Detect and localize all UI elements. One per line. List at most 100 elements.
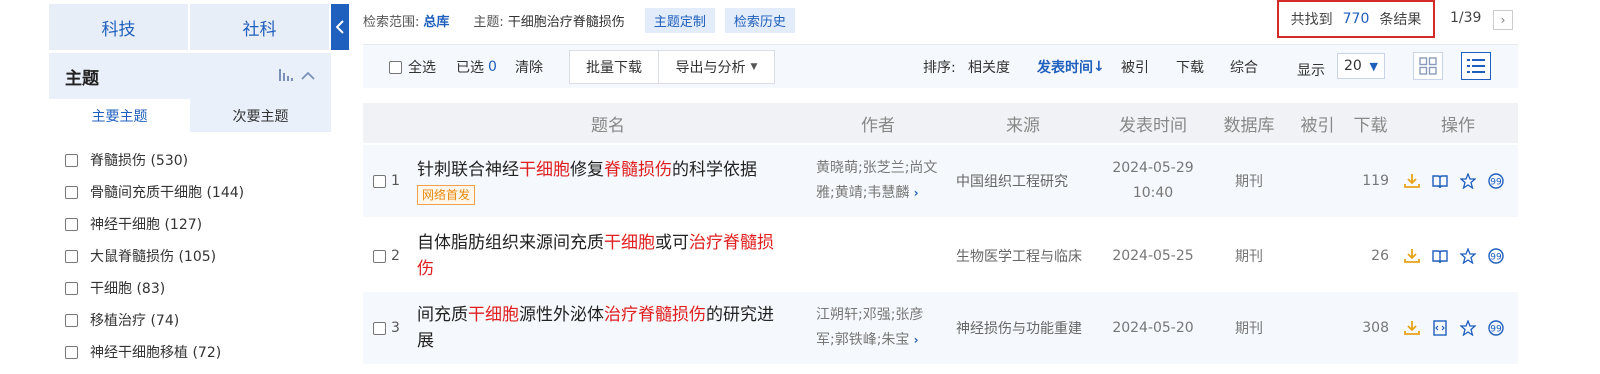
- download-icon[interactable]: [1403, 172, 1421, 190]
- author-line[interactable]: 黄晓萌;张芝兰;尚文: [816, 160, 937, 176]
- title-text: 展: [417, 331, 434, 351]
- cite-icon[interactable]: 99: [1487, 247, 1505, 265]
- author-line[interactable]: 雅;黄靖;韦慧麟: [816, 185, 909, 201]
- col-database: 数据库: [1223, 115, 1275, 136]
- topic-checkbox[interactable]: [65, 185, 78, 199]
- expand-authors-icon[interactable]: ›: [909, 186, 919, 200]
- cite-icon[interactable]: 99: [1487, 172, 1505, 190]
- row-source[interactable]: 中国组织工程研究: [956, 145, 1068, 217]
- row-select[interactable]: 1: [373, 145, 400, 217]
- select-all[interactable]: 全选: [389, 45, 436, 89]
- row-actions: 99: [1403, 220, 1505, 292]
- row-title-cell: 自体脂肪组织来源间充质干细胞或可治疗脊髓损伤: [417, 220, 802, 292]
- row-date: 2024-05-20: [1103, 292, 1203, 364]
- row-number: 1: [391, 173, 400, 189]
- article-title-link[interactable]: 间充质干细胞源性外泌体治疗脊髓损伤的研究进展: [417, 302, 774, 354]
- topic-item[interactable]: 大鼠脊髓损伤 (105): [65, 240, 244, 272]
- download-icon[interactable]: [1403, 319, 1421, 337]
- sort-cited[interactable]: 被引: [1121, 45, 1149, 89]
- keyword-highlight: 脊髓损伤: [604, 160, 672, 180]
- online-read-icon[interactable]: [1431, 247, 1449, 265]
- result-suffix: 条结果: [1379, 12, 1422, 28]
- page-size-select[interactable]: 20 ▼: [1337, 53, 1385, 79]
- tab-social-science[interactable]: 社科: [190, 4, 329, 50]
- result-toolbar: 全选 已选 0 清除 批量下载 导出与分析 ▼ 排序: 相关度 发表时间 ↓ 被…: [363, 44, 1518, 88]
- svg-text:99: 99: [1490, 178, 1502, 188]
- html-read-icon[interactable]: [1431, 319, 1449, 337]
- date-line: 10:40: [1132, 185, 1174, 201]
- cite-icon[interactable]: 99: [1487, 319, 1505, 337]
- batch-download-button[interactable]: 批量下载: [569, 50, 659, 84]
- author-line[interactable]: 军;郭铁峰;朱宝: [816, 332, 909, 348]
- topic-checkbox[interactable]: [65, 217, 78, 231]
- topic-item[interactable]: 干细胞 (83): [65, 272, 244, 304]
- sort-relevance[interactable]: 相关度: [968, 45, 1010, 89]
- select-all-label: 全选: [408, 60, 436, 76]
- favorite-star-icon[interactable]: [1459, 172, 1477, 190]
- topic-checkbox[interactable]: [65, 313, 78, 327]
- online-first-badge: 网络首发: [417, 185, 476, 205]
- tab-science[interactable]: 科技: [49, 4, 188, 50]
- list-icon: [1467, 59, 1485, 73]
- row-title-cell: 针刺联合神经干细胞修复脊髓损伤的科学依据 网络首发: [417, 145, 802, 217]
- online-read-icon[interactable]: [1431, 172, 1449, 190]
- topic-item[interactable]: 神经干细胞移植 (72): [65, 336, 244, 368]
- row-select[interactable]: 2: [373, 220, 400, 292]
- col-date: 发表时间: [1119, 115, 1187, 136]
- topic-section-header[interactable]: 主题: [49, 53, 331, 99]
- export-analysis-button[interactable]: 导出与分析 ▼: [658, 50, 775, 84]
- row-number: 2: [391, 248, 400, 264]
- article-title-link[interactable]: 自体脂肪组织来源间充质干细胞或可治疗脊髓损伤: [417, 230, 774, 282]
- grid-view-button[interactable]: [1413, 52, 1443, 80]
- topic-label: 脊髓损伤 (530): [90, 153, 189, 169]
- download-icon[interactable]: [1403, 247, 1421, 265]
- tab-main-topics[interactable]: 主要主题: [49, 99, 190, 132]
- bar-chart-icon[interactable]: [279, 68, 294, 81]
- list-view-button[interactable]: [1461, 52, 1491, 80]
- topic-item[interactable]: 骨髓间充质干细胞 (144): [65, 176, 244, 208]
- col-author: 作者: [861, 115, 895, 136]
- title-text: 针刺联合神经: [417, 160, 519, 180]
- topic-custom-button[interactable]: 主题定制: [644, 7, 715, 33]
- svg-text:99: 99: [1490, 253, 1502, 263]
- next-page-button[interactable]: ›: [1493, 10, 1513, 30]
- sort-composite[interactable]: 综合: [1230, 45, 1258, 89]
- row-checkbox[interactable]: [373, 174, 386, 188]
- clear-button[interactable]: 清除: [515, 45, 543, 89]
- keyword-highlight: 伤: [417, 259, 434, 279]
- search-history-button[interactable]: 检索历史: [724, 7, 795, 33]
- row-authors[interactable]: 黄晓萌;张芝兰;尚文 雅;黄靖;韦慧麟 ›: [816, 145, 946, 217]
- topic-item[interactable]: 移植治疗 (74): [65, 304, 244, 336]
- row-checkbox[interactable]: [373, 321, 386, 335]
- row-source[interactable]: 生物医学工程与临床: [956, 220, 1082, 292]
- row-authors[interactable]: 江朔轩;邓强;张彦 军;郭铁峰;朱宝 ›: [816, 292, 946, 364]
- article-title-link[interactable]: 针刺联合神经干细胞修复脊髓损伤的科学依据: [417, 157, 757, 183]
- topic-checkbox[interactable]: [65, 345, 78, 359]
- chevron-up-icon[interactable]: [301, 71, 315, 81]
- favorite-star-icon[interactable]: [1459, 247, 1477, 265]
- select-all-checkbox[interactable]: [389, 60, 402, 74]
- topic-query: 干细胞治疗脊髓损伤: [507, 14, 625, 30]
- topic-checkbox[interactable]: [65, 153, 78, 167]
- scope-value[interactable]: 总库: [423, 11, 449, 30]
- tab-secondary-topics[interactable]: 次要主题: [190, 99, 331, 132]
- title-text: 的科学依据: [672, 160, 757, 180]
- favorite-star-icon[interactable]: [1459, 319, 1477, 337]
- collapse-sidebar-button[interactable]: [331, 4, 349, 50]
- title-text: 或可: [655, 233, 689, 253]
- row-select[interactable]: 3: [373, 292, 400, 364]
- col-cited: 被引: [1300, 115, 1335, 136]
- grid-icon: [1419, 57, 1437, 75]
- row-source[interactable]: 神经损伤与功能重建: [956, 292, 1082, 364]
- sort-date[interactable]: 发表时间 ↓: [1037, 45, 1105, 89]
- row-downloads: 308: [1362, 320, 1389, 336]
- author-line[interactable]: 江朔轩;邓强;张彦: [816, 307, 923, 323]
- topic-item[interactable]: 脊髓损伤 (530): [65, 144, 244, 176]
- authors-text: 黄晓萌;张芝兰;尚文 雅;黄靖;韦慧麟 ›: [816, 156, 937, 206]
- topic-checkbox[interactable]: [65, 281, 78, 295]
- sort-downloads[interactable]: 下载: [1176, 45, 1204, 89]
- expand-authors-icon[interactable]: ›: [909, 333, 919, 347]
- row-checkbox[interactable]: [373, 249, 386, 263]
- topic-item[interactable]: 神经干细胞 (127): [65, 208, 244, 240]
- topic-checkbox[interactable]: [65, 249, 78, 263]
